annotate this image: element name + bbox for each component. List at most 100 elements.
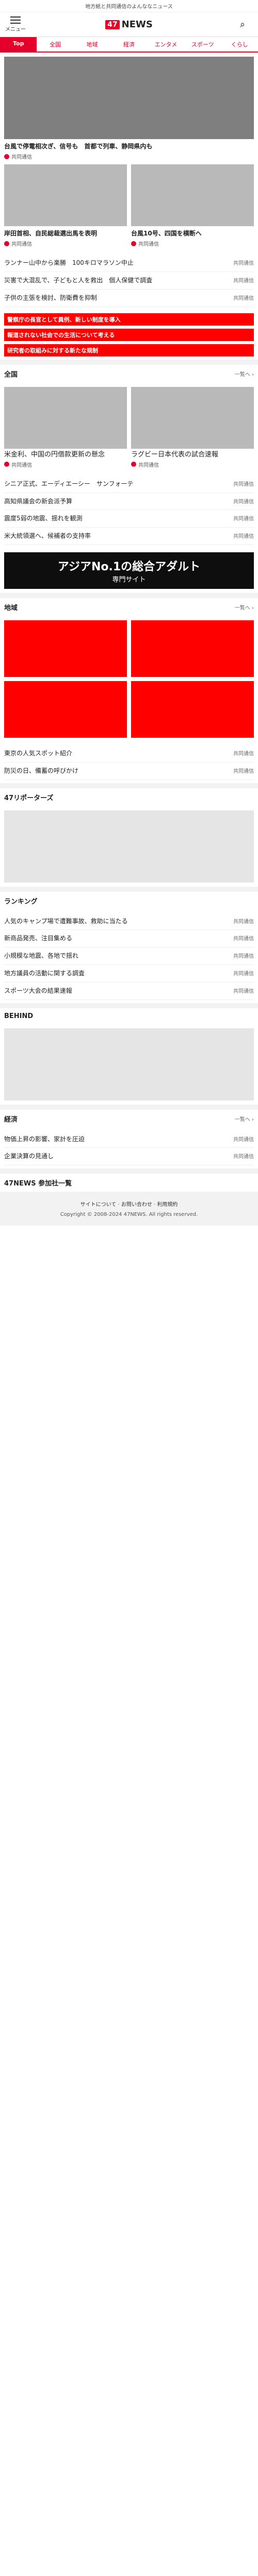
list-item[interactable]: 震度5弱の地震、揺れを観測 共同通信	[4, 510, 254, 528]
section-heading: 全国	[4, 370, 18, 379]
section-heading: 47NEWS 参加社一覧	[4, 1180, 72, 1188]
list-item-text: 子供の主張を検討、防衛費を抑制	[4, 294, 98, 301]
chiiki-card[interactable]	[131, 620, 254, 677]
section-divider	[0, 1104, 258, 1110]
list-item[interactable]: 防災の日、備蓄の呼びかけ 共同通信	[4, 762, 254, 780]
reporters-image[interactable]	[4, 810, 254, 883]
list-item-source: 共同通信	[233, 516, 254, 522]
logo-text: NEWS	[121, 19, 153, 30]
tab-kurashi[interactable]: くらし	[221, 37, 258, 52]
list-item-source: 共同通信	[233, 751, 254, 757]
more-link[interactable]: 一覧へ ›	[235, 1115, 254, 1123]
list-item[interactable]: 物価上昇の影響、家計を圧迫 共同通信	[4, 1131, 254, 1148]
chiiki-card[interactable]	[4, 620, 127, 677]
list-item-source: 共同通信	[233, 1137, 254, 1143]
chiiki-card[interactable]	[4, 681, 127, 738]
section-divider	[0, 886, 258, 892]
search-icon: ⌕	[239, 19, 246, 30]
top-list: ランナー山中から楽勝 100キロマラソン中止 共同通信 災害で大混乱で、子どもと人…	[0, 251, 258, 310]
hero-card-title: 台風10号、四国を横断へ	[131, 230, 202, 238]
advertisement[interactable]: アジアNo.1の総合アダルト 専門サイト	[4, 552, 254, 589]
list-item[interactable]: シニア正式、エーディエーシー サンフォーテ 共同通信	[4, 476, 254, 493]
zenkoku-card-source: 共同通信	[138, 462, 159, 468]
footer-link-contact[interactable]: お問い合わせ	[121, 1202, 152, 1208]
section-heading: 地域	[4, 604, 18, 612]
hero-card[interactable]: 台風10号、四国を横断へ 共同通信	[131, 164, 254, 247]
section-heading: ランキング	[4, 897, 38, 906]
chiiki-card-image	[4, 681, 127, 738]
ranking-item-text: スポーツ大会の結果速報	[4, 987, 72, 994]
ranking-item-text: 新商品発売、注目集める	[4, 935, 73, 942]
chiiki-card[interactable]	[131, 681, 254, 738]
chiiki-card-image	[4, 620, 127, 677]
chiiki-card-image	[131, 681, 254, 738]
more-link[interactable]: 一覧へ ›	[235, 603, 254, 611]
red-note[interactable]: 研究者の取組みに対する新たな規制	[4, 344, 254, 357]
list-item[interactable]: 子供の主張を検討、防衛費を抑制 共同通信	[4, 290, 254, 307]
section-divider	[0, 1168, 258, 1174]
red-note[interactable]: 警察庁の長官として異例、新しい制度を導入	[4, 313, 254, 326]
tab-sports[interactable]: スポーツ	[184, 37, 221, 52]
list-item-source: 共同通信	[233, 295, 254, 301]
section-title-zenkoku: 全国 一覧へ ›	[0, 365, 258, 383]
list-item-source: 共同通信	[233, 499, 254, 505]
ranking-item[interactable]: 人気のキャンプ場で遭難事故、救助に当たる 共同通信	[4, 913, 254, 930]
list-item[interactable]: 米大統領選へ、候補者の支持率 共同通信	[4, 528, 254, 545]
section-title-chiiki: 地域 一覧へ ›	[0, 598, 258, 616]
zenkoku-card[interactable]: ラグビー日本代表の試合速報 共同通信	[131, 386, 254, 468]
section-title-ranking: ランキング	[0, 892, 258, 910]
section-title-reporters: 47リポーターズ	[0, 788, 258, 806]
list-item[interactable]: 企業決算の見通し 共同通信	[4, 1148, 254, 1166]
menu-button[interactable]: メニュー	[5, 16, 26, 32]
hero-main-source: 共同通信	[11, 155, 32, 161]
zenkoku-list: シニア正式、エーディエーシー サンフォーテ 共同通信 高知県議会の新会派予算 共同通…	[0, 472, 258, 548]
hero-card-source: 共同通信	[138, 242, 159, 248]
more-link[interactable]: 一覧へ ›	[235, 370, 254, 378]
footer: サイトについて · お問い合わせ · 利用規約 Copyright © 2008…	[0, 1192, 258, 1226]
hero-main-image	[4, 57, 254, 139]
section-heading: 経済	[4, 1115, 18, 1124]
section-title-behind: BEHIND	[0, 1008, 258, 1024]
hero-card[interactable]: 岸田首相、自民総裁選出馬を表明 共同通信	[4, 164, 127, 247]
footer-link-about[interactable]: サイトについて	[80, 1202, 117, 1208]
list-item-text: 震度5弱の地震、揺れを観測	[4, 515, 83, 522]
list-item[interactable]: 東京の人気スポット紹介 共同通信	[4, 745, 254, 762]
list-item-source: 共同通信	[233, 278, 254, 284]
ranking-item-source: 共同通信	[233, 988, 254, 994]
zenkoku-card-source: 共同通信	[11, 462, 32, 468]
menu-label: メニュー	[5, 27, 26, 32]
tab-chiiki[interactable]: 地域	[74, 37, 110, 52]
ranking-item[interactable]: スポーツ大会の結果速報 共同通信	[4, 982, 254, 1000]
logo[interactable]: 47 NEWS	[105, 19, 153, 30]
behind-image[interactable]	[4, 1028, 254, 1100]
section-title-partners: 47NEWS 参加社一覧	[0, 1174, 258, 1192]
red-note[interactable]: 報道されない社会での生活について考える	[4, 328, 254, 341]
footer-link-terms[interactable]: 利用規約	[157, 1202, 178, 1208]
zenkoku-card-meta: 共同通信	[4, 461, 127, 468]
list-item[interactable]: 高知県議会の新会派予算 共同通信	[4, 493, 254, 511]
section-title-keizai: 経済 一覧へ ›	[0, 1110, 258, 1128]
hero-card-meta: 共同通信	[131, 240, 254, 247]
section-heading: BEHIND	[4, 1012, 34, 1020]
top-banner: 地方紙と共同通信のよんななニュース	[0, 0, 258, 12]
tab-keizai[interactable]: 経済	[110, 37, 147, 52]
source-icon	[4, 241, 9, 246]
tab-zenkoku[interactable]: 全国	[37, 37, 73, 52]
section-heading: 47リポーターズ	[4, 794, 54, 802]
hero-card-source: 共同通信	[11, 242, 32, 248]
tab-entertainment[interactable]: エンタメ	[148, 37, 184, 52]
ranking-item[interactable]: 地方議員の活動に関する調査 共同通信	[4, 965, 254, 982]
chiiki-grid	[0, 616, 258, 742]
source-icon	[4, 462, 9, 467]
ranking-item[interactable]: 小規模な地震、各地で揺れ 共同通信	[4, 947, 254, 965]
menu-icon	[10, 16, 21, 24]
zenkoku-card[interactable]: 米金利、中国の円借款更新の懸念 共同通信	[4, 386, 127, 468]
hero-card-image	[4, 164, 127, 227]
hero-main-card[interactable]: 台風で停電相次ぎ、信号も 首都で列車、静岡県内も 共同通信	[4, 57, 254, 160]
list-item[interactable]: ランナー山中から楽勝 100キロマラソン中止 共同通信	[4, 255, 254, 273]
tab-top[interactable]: Top	[0, 37, 37, 52]
ranking-item[interactable]: 新商品発売、注目集める 共同通信	[4, 930, 254, 948]
list-item-source: 共同通信	[233, 261, 254, 267]
search-button[interactable]: ⌕	[232, 19, 253, 30]
list-item[interactable]: 災害で大混乱で、子どもと人を救出 個人保健で調査 共同通信	[4, 272, 254, 290]
